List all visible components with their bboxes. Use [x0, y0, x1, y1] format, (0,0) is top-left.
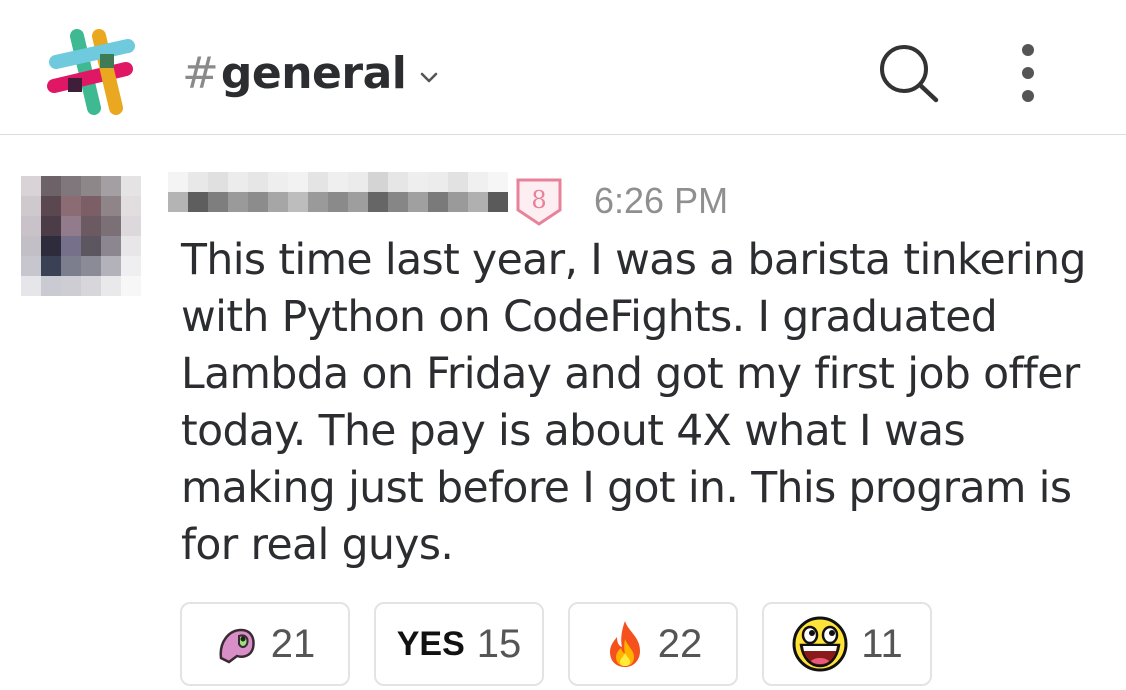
- reaction-yes[interactable]: YES 15: [374, 602, 544, 686]
- search-icon: [880, 45, 939, 103]
- channel-name: general: [220, 47, 407, 99]
- reaction-count: 21: [270, 621, 316, 666]
- yes-icon: YES: [396, 624, 465, 663]
- avatar[interactable]: [21, 176, 141, 296]
- fire-icon: [609, 621, 640, 667]
- reaction-fire[interactable]: 22: [568, 602, 738, 686]
- message: 8 6:26 PM This time last year, I was a b…: [0, 136, 1126, 690]
- more-options-button[interactable]: [1008, 40, 1048, 106]
- shield-badge-icon: 8: [516, 178, 562, 226]
- partyparrot-icon: [219, 628, 255, 664]
- reaction-awesome-face[interactable]: 11: [762, 602, 932, 686]
- reaction-count: 11: [861, 621, 903, 666]
- reactions-bar: 21 YES 15 22 11: [180, 602, 932, 686]
- message-text: This time last year, I was a barista tin…: [181, 236, 1086, 570]
- badge-text: 8: [531, 186, 546, 214]
- reaction-count: 15: [476, 621, 522, 666]
- channel-header: # general: [0, 0, 1126, 135]
- chevron-down-icon: [421, 72, 438, 83]
- reaction-count: 22: [657, 621, 703, 666]
- kebab-menu-icon: [1022, 44, 1034, 102]
- awesome-face-icon: [792, 616, 848, 672]
- reaction-partyparrot[interactable]: 21: [180, 602, 350, 686]
- message-timestamp[interactable]: 6:26 PM: [594, 180, 728, 222]
- search-button[interactable]: [874, 40, 944, 106]
- channel-hash: #: [182, 47, 219, 99]
- slack-logo-icon[interactable]: [44, 26, 138, 120]
- channel-title[interactable]: # general: [182, 42, 438, 104]
- username[interactable]: [168, 172, 508, 212]
